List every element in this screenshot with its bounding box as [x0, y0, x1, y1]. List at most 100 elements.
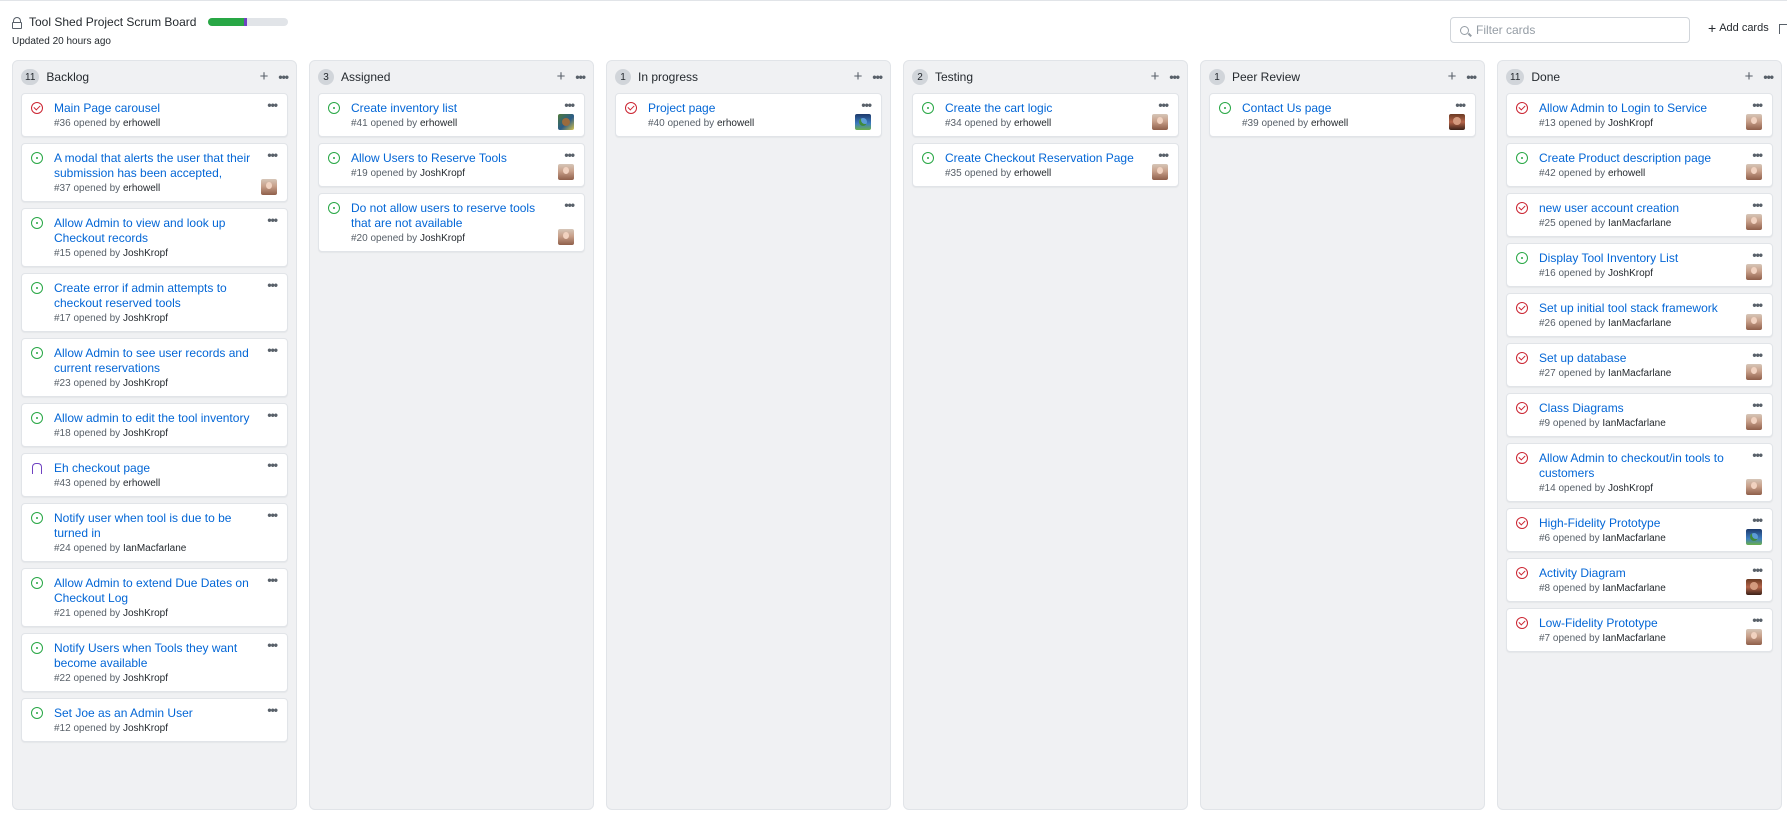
card-title-link[interactable]: Set up database [1539, 351, 1764, 366]
issue-card[interactable]: ••• Do not allow users to reserve tools t… [318, 193, 585, 252]
issue-author[interactable]: IanMacfarlane [1602, 418, 1665, 429]
issue-card[interactable]: ••• Create Product description page #42 op… [1506, 143, 1773, 187]
card-title-link[interactable]: Allow admin to edit the tool inventory [54, 411, 279, 426]
card-title-link[interactable]: Allow Admin to extend Due Dates on Check… [54, 576, 279, 606]
column-menu-icon[interactable]: ••• [575, 71, 586, 83]
issue-card[interactable]: ••• Allow Admin to checkout/in tools to c… [1506, 443, 1773, 502]
issue-author[interactable]: erhowell [123, 183, 160, 194]
issue-card[interactable]: ••• Class Diagrams #9 opened by IanMacfarl… [1506, 393, 1773, 437]
card-title-link[interactable]: Create error if admin attempts to checko… [54, 281, 279, 311]
filter-cards-input[interactable] [1476, 23, 1676, 37]
card-menu-icon[interactable]: ••• [267, 573, 278, 587]
card-menu-icon[interactable]: ••• [267, 408, 278, 422]
issue-card[interactable]: ••• Eh checkout page #43 opened by erhowel… [21, 453, 288, 497]
card-menu-icon[interactable]: ••• [564, 198, 575, 212]
issue-author[interactable]: JoshKropf [123, 248, 168, 259]
assignee-avatar[interactable] [1449, 114, 1465, 130]
card-menu-icon[interactable]: ••• [1752, 448, 1763, 462]
issue-card[interactable]: ••• Notify Users when Tools they want bec… [21, 633, 288, 692]
card-title-link[interactable]: Contact Us page [1242, 101, 1467, 116]
assignee-avatar[interactable] [1746, 629, 1762, 645]
assignee-avatar[interactable] [1746, 414, 1762, 430]
card-title-link[interactable]: Project page [648, 101, 873, 116]
card-title-link[interactable]: Create inventory list [351, 101, 576, 116]
issue-author[interactable]: JoshKropf [1608, 118, 1653, 129]
assignee-avatar[interactable] [1152, 164, 1168, 180]
issue-card[interactable]: ••• A modal that alerts the user that the… [21, 143, 288, 202]
card-menu-icon[interactable]: ••• [1752, 513, 1763, 527]
issue-author[interactable]: erhowell [123, 478, 160, 489]
assignee-avatar[interactable] [1746, 214, 1762, 230]
assignee-avatar[interactable] [855, 114, 871, 130]
card-title-link[interactable]: Allow Admin to Login to Service [1539, 101, 1764, 116]
issue-author[interactable]: IanMacfarlane [1608, 318, 1671, 329]
issue-card[interactable]: ••• Create Checkout Reservation Page #35 o… [912, 143, 1179, 187]
issue-card[interactable]: ••• Project page #40 opened by erhowell [615, 93, 882, 137]
column-menu-icon[interactable]: ••• [1169, 71, 1180, 83]
issue-author[interactable]: IanMacfarlane [123, 543, 186, 554]
card-menu-icon[interactable]: ••• [1752, 98, 1763, 112]
card-menu-icon[interactable]: ••• [267, 508, 278, 522]
card-menu-icon[interactable]: ••• [1752, 148, 1763, 162]
card-title-link[interactable]: Main Page carousel [54, 101, 279, 116]
issue-card[interactable]: ••• Notify user when tool is due to be tu… [21, 503, 288, 562]
assignee-avatar[interactable] [558, 164, 574, 180]
add-card-plus-icon[interactable]: + [1745, 69, 1754, 84]
card-menu-icon[interactable]: ••• [267, 458, 278, 472]
issue-card[interactable]: ••• Allow Admin to view and look up Check… [21, 208, 288, 267]
issue-author[interactable]: IanMacfarlane [1608, 368, 1671, 379]
card-title-link[interactable]: Allow Admin to checkout/in tools to cust… [1539, 451, 1764, 481]
card-title-link[interactable]: Set up initial tool stack framework [1539, 301, 1764, 316]
assignee-avatar[interactable] [1746, 314, 1762, 330]
issue-author[interactable]: IanMacfarlane [1602, 533, 1665, 544]
card-menu-icon[interactable]: ••• [564, 98, 575, 112]
card-menu-icon[interactable]: ••• [1752, 348, 1763, 362]
issue-card[interactable]: ••• Display Tool Inventory List #16 opened… [1506, 243, 1773, 287]
issue-card[interactable]: ••• Main Page carousel #36 opened by erhow… [21, 93, 288, 137]
card-menu-icon[interactable]: ••• [267, 703, 278, 717]
assignee-avatar[interactable] [1746, 529, 1762, 545]
issue-card[interactable]: ••• Set up initial tool stack framework #2… [1506, 293, 1773, 337]
add-card-plus-icon[interactable]: + [854, 69, 863, 84]
card-title-link[interactable]: Create Product description page [1539, 151, 1764, 166]
add-card-plus-icon[interactable]: + [260, 69, 269, 84]
card-menu-icon[interactable]: ••• [1158, 98, 1169, 112]
assignee-avatar[interactable] [1746, 114, 1762, 130]
card-title-link[interactable]: Create the cart logic [945, 101, 1170, 116]
issue-card[interactable]: ••• Create error if admin attempts to che… [21, 273, 288, 332]
issue-author[interactable]: JoshKropf [123, 673, 168, 684]
issue-card[interactable]: ••• High-Fidelity Prototype #6 opened by I… [1506, 508, 1773, 552]
issue-author[interactable]: IanMacfarlane [1608, 218, 1671, 229]
assignee-avatar[interactable] [1746, 579, 1762, 595]
card-menu-icon[interactable]: ••• [267, 213, 278, 227]
issue-card[interactable]: ••• Allow Admin to extend Due Dates on Ch… [21, 568, 288, 627]
column-menu-icon[interactable]: ••• [1466, 71, 1477, 83]
card-menu-icon[interactable]: ••• [1752, 398, 1763, 412]
card-menu-icon[interactable]: ••• [1158, 148, 1169, 162]
card-title-link[interactable]: Create Checkout Reservation Page [945, 151, 1170, 166]
issue-author[interactable]: erhowell [1014, 168, 1051, 179]
issue-card[interactable]: ••• new user account creation #25 opened b… [1506, 193, 1773, 237]
card-menu-icon[interactable]: ••• [267, 343, 278, 357]
column-menu-icon[interactable]: ••• [278, 71, 289, 83]
card-menu-icon[interactable]: ••• [1752, 198, 1763, 212]
issue-author[interactable]: erhowell [123, 118, 160, 129]
card-title-link[interactable]: A modal that alerts the user that their … [54, 151, 279, 181]
issue-author[interactable]: erhowell [1311, 118, 1348, 129]
card-title-link[interactable]: Notify user when tool is due to be turne… [54, 511, 279, 541]
add-card-plus-icon[interactable]: + [557, 69, 566, 84]
issue-author[interactable]: erhowell [420, 118, 457, 129]
issue-card[interactable]: ••• Allow Admin to Login to Service #13 op… [1506, 93, 1773, 137]
add-card-plus-icon[interactable]: + [1151, 69, 1160, 84]
card-title-link[interactable]: Notify Users when Tools they want become… [54, 641, 279, 671]
issue-author[interactable]: JoshKropf [123, 378, 168, 389]
card-title-link[interactable]: new user account creation [1539, 201, 1764, 216]
add-card-plus-icon[interactable]: + [1448, 69, 1457, 84]
issue-card[interactable]: ••• Allow Users to Reserve Tools #19 opene… [318, 143, 585, 187]
add-cards-button[interactable]: + Add cards [1708, 21, 1769, 35]
issue-author[interactable]: JoshKropf [123, 428, 168, 439]
issue-author[interactable]: IanMacfarlane [1602, 633, 1665, 644]
issue-author[interactable]: JoshKropf [420, 168, 465, 179]
issue-author[interactable]: IanMacfarlane [1602, 583, 1665, 594]
fullscreen-icon[interactable] [1779, 24, 1787, 34]
